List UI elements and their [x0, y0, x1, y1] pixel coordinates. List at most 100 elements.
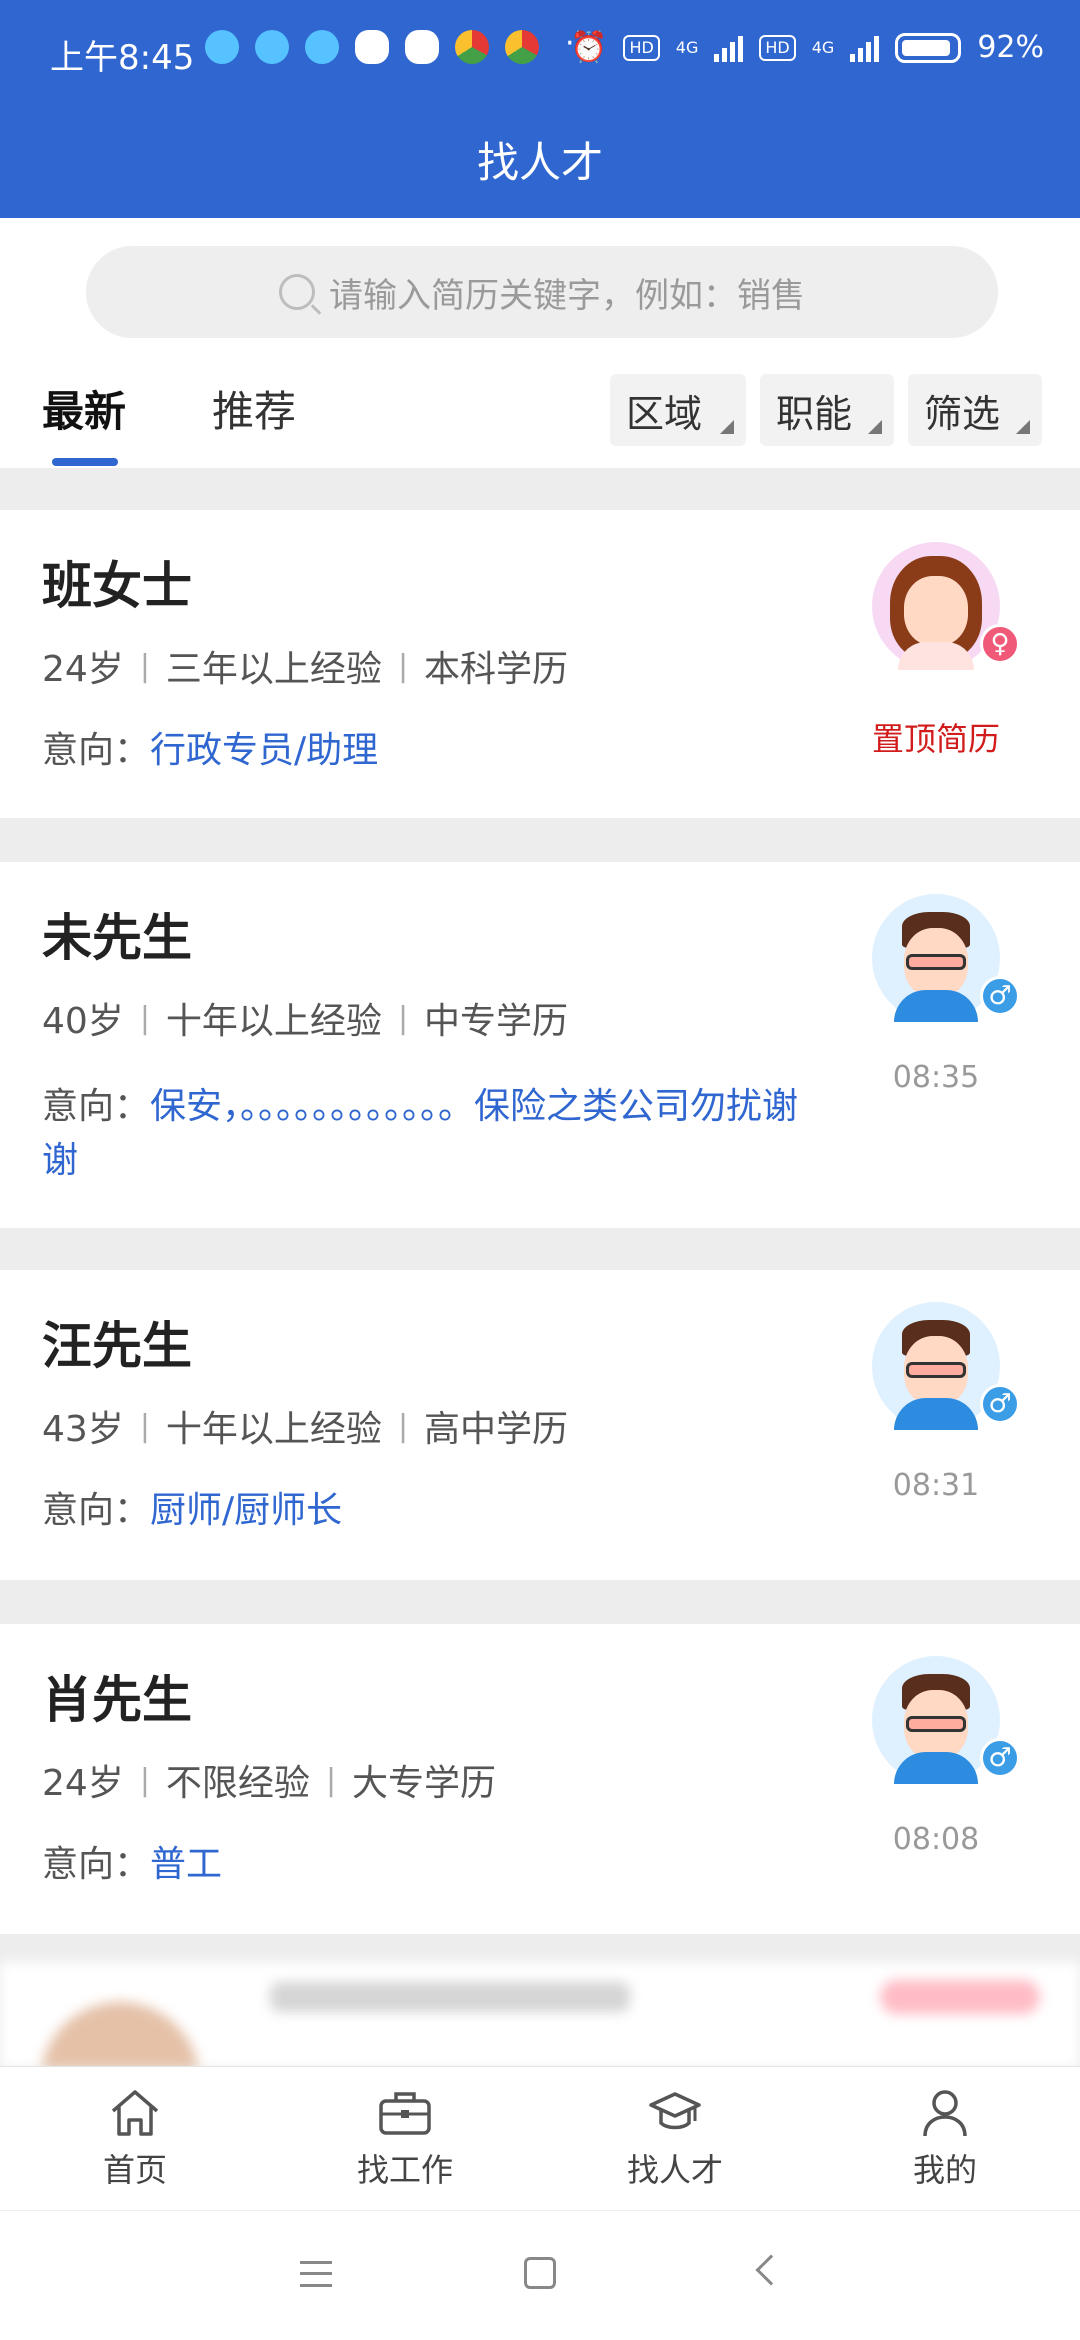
separator: |: [325, 1762, 337, 1798]
app-icon: [505, 30, 539, 64]
candidate-education: 大专学历: [352, 1763, 497, 1804]
qq-icon: [205, 30, 239, 64]
bottom-navigation: 首页 找工作 找人才 我的: [0, 2066, 1080, 2210]
home-square-icon[interactable]: [524, 2257, 556, 2289]
male-gender-icon: ♂: [980, 1384, 1020, 1424]
nav-find-job[interactable]: 找工作: [270, 2067, 540, 2211]
separator: |: [139, 1408, 150, 1444]
tab-recommended[interactable]: 推荐: [212, 378, 296, 439]
candidate-name: 班女士: [42, 557, 192, 615]
separator: |: [397, 1000, 409, 1036]
candidate-name: 汪先生: [42, 1317, 192, 1375]
separator: |: [139, 648, 150, 684]
back-icon[interactable]: [755, 2254, 787, 2286]
candidate-meta: 43岁 | 十年以上经验 | 高中学历: [42, 1400, 568, 1452]
qq-icon: [255, 30, 289, 64]
separator: |: [397, 648, 409, 684]
candidate-name: 未先生: [42, 909, 192, 967]
alarm-icon: ⏰: [570, 30, 608, 65]
graduation-cap-icon: [649, 2092, 701, 2130]
page-title: 找人才: [476, 137, 603, 187]
candidate-age: 43岁: [42, 1409, 124, 1450]
update-time: 08:08: [892, 1822, 980, 1857]
tab-latest[interactable]: 最新: [42, 378, 126, 439]
wechat-icon: [405, 30, 439, 64]
male-gender-icon: ♂: [980, 976, 1020, 1016]
intent-label: 意向：: [42, 730, 151, 771]
nav-label: 找人才: [626, 2151, 723, 2189]
candidate-experience: 十年以上经验: [165, 1001, 382, 1042]
candidate-intent: 意向：行政专员/助理: [42, 724, 822, 778]
wechat-icon: [355, 30, 389, 64]
network-type: 4G: [675, 38, 699, 57]
nav-label: 找工作: [356, 2151, 453, 2189]
intent-value: 普工: [150, 1844, 223, 1885]
candidate-intent: 意向：保安，。。。。。。。。。。。。保险之类公司勿扰谢谢: [42, 1080, 822, 1188]
candidate-name: 肖先生: [42, 1671, 192, 1729]
app-icon: [455, 30, 489, 64]
resume-card[interactable]: 汪先生 43岁 | 十年以上经验 | 高中学历 意向：厨师/厨师长 ♂ 08:3…: [0, 1270, 1080, 1580]
nav-mine[interactable]: 我的: [810, 2067, 1080, 2211]
search-input[interactable]: 请输入简历关键字，例如：销售: [86, 246, 998, 338]
notification-icons: [205, 30, 539, 64]
candidate-meta: 40岁 | 十年以上经验 | 中专学历: [42, 992, 568, 1044]
nav-home[interactable]: 首页: [0, 2067, 270, 2211]
separator: |: [397, 1408, 409, 1444]
menu-icon[interactable]: [300, 2261, 332, 2287]
pinned-resume-label: 置顶简历: [871, 720, 1000, 758]
battery-level: 92%: [977, 30, 1044, 65]
filter-region-dropdown[interactable]: 区域: [610, 374, 746, 446]
intent-label: 意向：: [42, 1844, 151, 1885]
system-navigation-bar: [0, 2210, 1080, 2340]
candidate-experience: 不限经验: [165, 1763, 310, 1804]
filter-more-dropdown[interactable]: 筛选: [908, 374, 1042, 446]
hd-icon: HD: [623, 34, 660, 61]
intent-value: 厨师/厨师长: [150, 1490, 343, 1531]
partial-resume-card[interactable]: [0, 1962, 1080, 2068]
search-and-filter-area: 请输入简历关键字，例如：销售 最新 推荐 区域 职能 筛选: [0, 218, 1080, 468]
intent-label: 意向：: [42, 1490, 151, 1531]
nav-label: 我的: [912, 2151, 977, 2189]
dropdown-triangle-icon: [1016, 420, 1030, 434]
intent-value: 行政专员/助理: [150, 730, 379, 771]
candidate-education: 中专学历: [424, 1001, 569, 1042]
candidate-education: 本科学历: [424, 649, 569, 690]
resume-card[interactable]: 肖先生 24岁 | 不限经验 | 大专学历 意向：普工 ♂ 08:08: [0, 1624, 1080, 1934]
candidate-intent: 意向：厨师/厨师长: [42, 1484, 822, 1538]
nav-label: 首页: [102, 2151, 167, 2189]
resume-card[interactable]: 未先生 40岁 | 十年以上经验 | 中专学历 意向：保安，。。。。。。。。。。…: [0, 862, 1080, 1228]
candidate-age: 24岁: [42, 1763, 124, 1804]
briefcase-icon: [379, 2092, 431, 2135]
qq-icon: [305, 30, 339, 64]
network-type: 4G: [811, 38, 835, 57]
intent-value: 保安，。。。。。。。。。。。。保险之类公司勿扰谢谢: [42, 1086, 799, 1181]
candidate-intent: 意向：普工: [42, 1838, 822, 1892]
resume-card[interactable]: 班女士 24岁 | 三年以上经验 | 本科学历 意向：行政专员/助理 ♀ 置顶简…: [0, 510, 1080, 818]
battery-icon: [895, 32, 962, 63]
filter-label: 区域: [626, 391, 703, 436]
candidate-meta: 24岁 | 三年以上经验 | 本科学历: [42, 640, 568, 692]
nav-find-talent[interactable]: 找人才: [540, 2067, 810, 2211]
candidate-experience: 三年以上经验: [165, 649, 382, 690]
update-time: 08:31: [892, 1468, 980, 1503]
separator: |: [139, 1000, 150, 1036]
intent-label: 意向：: [42, 1086, 151, 1127]
status-time: 上午8:45: [50, 38, 195, 78]
search-icon: [279, 274, 315, 310]
avatar: [40, 2002, 200, 2068]
candidate-age: 40岁: [42, 1001, 124, 1042]
female-gender-icon: ♀: [980, 624, 1020, 664]
filter-function-dropdown[interactable]: 职能: [760, 374, 894, 446]
candidate-meta: 24岁 | 不限经验 | 大专学历: [42, 1754, 496, 1806]
status-bar: 上午8:45 ··· ⏰ HD 4G HD 4G 92%: [0, 0, 1080, 100]
home-icon: [111, 2090, 159, 2136]
candidate-experience: 十年以上经验: [165, 1409, 382, 1450]
candidate-education: 高中学历: [424, 1409, 569, 1450]
male-gender-icon: ♂: [980, 1738, 1020, 1778]
user-icon: [923, 2090, 967, 2137]
active-tab-indicator: [52, 458, 118, 466]
dropdown-triangle-icon: [720, 420, 734, 434]
dropdown-triangle-icon: [868, 420, 882, 434]
hd-icon: HD: [759, 34, 796, 61]
filter-label: 职能: [776, 391, 853, 436]
